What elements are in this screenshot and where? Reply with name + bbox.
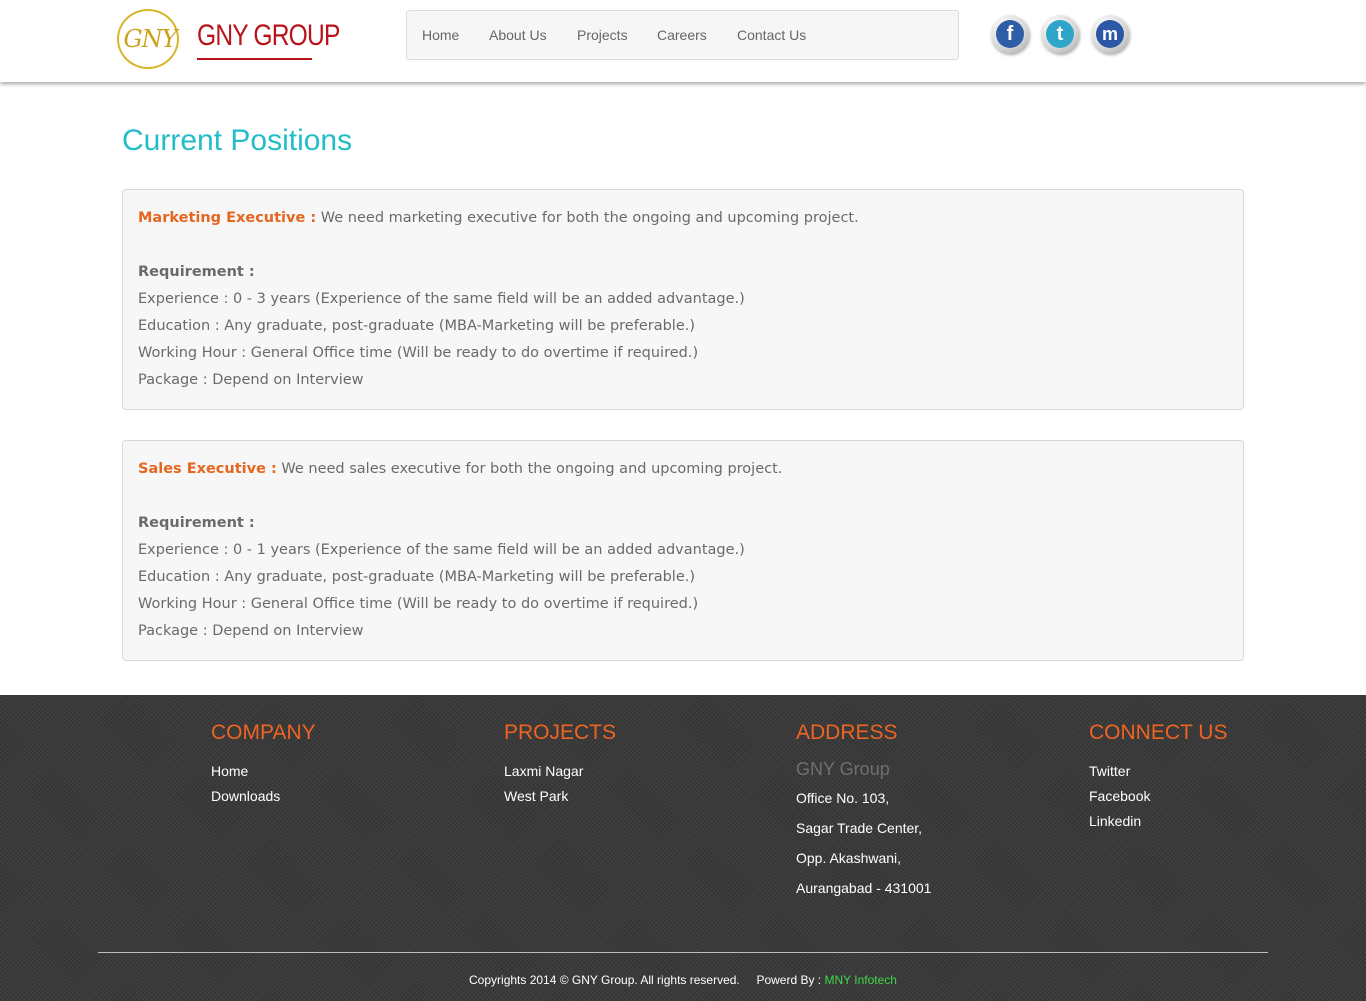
page-title: Current Positions: [122, 124, 353, 157]
site-footer: COMPANY Home Downloads PROJECTS Laxmi Na…: [0, 695, 1366, 1001]
footer-link-downloads[interactable]: Downloads: [211, 788, 280, 804]
job-title: Sales Executive :: [138, 461, 277, 477]
education-line: Education : Any graduate, post-graduate …: [138, 569, 696, 585]
footer-heading-address: ADDRESS: [796, 721, 898, 744]
job-summary-text: We need marketing executive for both the…: [316, 210, 859, 226]
working-hour-line: Working Hour : General Office time (Will…: [138, 596, 699, 612]
footer-link-facebook[interactable]: Facebook: [1089, 788, 1150, 804]
requirement-label: Requirement :: [138, 264, 255, 280]
footer-connect: CONNECT US Twitter Facebook Linkedin: [1089, 721, 1228, 829]
footer-company: COMPANY Home Downloads: [211, 721, 316, 804]
footer-link-west-park[interactable]: West Park: [504, 788, 568, 804]
package-line: Package : Depend on Interview: [138, 372, 364, 388]
site-header: GNY GNY GROUP Home About Us Projects Car…: [0, 0, 1366, 82]
nav-about-us[interactable]: About Us: [489, 27, 547, 43]
education-line: Education : Any graduate, post-graduate …: [138, 318, 696, 334]
logo-mark: GNY: [117, 9, 179, 69]
nav-home[interactable]: Home: [422, 27, 459, 43]
job-card-sales: Sales Executive : We need sales executiv…: [122, 440, 1244, 661]
footer-link-linkedin[interactable]: Linkedin: [1089, 813, 1141, 829]
logo-underline: [197, 58, 312, 60]
footer-heading-connect: CONNECT US: [1089, 721, 1228, 744]
footer-address: ADDRESS GNY Group Office No. 103, Sagar …: [796, 721, 931, 896]
package-line: Package : Depend on Interview: [138, 623, 364, 639]
footer-heading-projects: PROJECTS: [504, 721, 617, 744]
nav-careers[interactable]: Careers: [657, 27, 707, 43]
powered-by-link[interactable]: MNY Infotech: [824, 973, 896, 987]
job-title: Marketing Executive :: [138, 210, 317, 226]
requirement-label: Requirement :: [138, 515, 255, 531]
footer-link-laxmi-nagar[interactable]: Laxmi Nagar: [504, 763, 583, 779]
copyright-bar: Copyrights 2014 © GNY Group. All rights …: [0, 973, 1366, 987]
logo-wordmark: GNY GROUP: [197, 19, 340, 52]
footer-link-twitter[interactable]: Twitter: [1089, 763, 1130, 779]
experience-line: Experience : 0 - 3 years (Experience of …: [138, 291, 745, 307]
twitter-link[interactable]: t: [1041, 15, 1079, 53]
address-line: Opp. Akashwani,: [796, 850, 902, 866]
nav-projects[interactable]: Projects: [577, 27, 628, 43]
job-summary-text: We need sales executive for both the ong…: [276, 461, 783, 477]
footer-heading-company: COMPANY: [211, 721, 316, 744]
job-card-marketing: Marketing Executive : We need marketing …: [122, 189, 1244, 410]
facebook-icon: f: [996, 20, 1024, 48]
address-line: Sagar Trade Center,: [796, 820, 923, 836]
experience-line: Experience : 0 - 1 years (Experience of …: [138, 542, 745, 558]
job-summary: Sales Executive : We need sales executiv…: [138, 461, 782, 477]
footer-projects: PROJECTS Laxmi Nagar West Park: [504, 721, 617, 804]
myspace-icon: m: [1096, 20, 1124, 48]
working-hour-line: Working Hour : General Office time (Will…: [138, 345, 699, 361]
main-nav: Home About Us Projects Careers Contact U…: [406, 10, 959, 60]
myspace-link[interactable]: m: [1091, 15, 1129, 53]
job-summary: Marketing Executive : We need marketing …: [138, 210, 859, 226]
address-line: Aurangabad - 431001: [796, 880, 932, 896]
facebook-link[interactable]: f: [991, 15, 1029, 53]
logo-mark-text: GNY: [123, 25, 177, 53]
footer-company-name: GNY Group: [796, 759, 890, 779]
powered-by-label: Powerd By :: [756, 973, 822, 987]
footer-divider: [98, 952, 1268, 953]
copyright-text: Copyrights 2014 © GNY Group. All rights …: [469, 973, 740, 987]
footer-link-home[interactable]: Home: [211, 763, 248, 779]
address-line: Office No. 103,: [796, 790, 890, 806]
twitter-icon: t: [1046, 20, 1074, 48]
gny-group-logo[interactable]: GNY GNY GROUP: [117, 9, 340, 71]
nav-contact-us[interactable]: Contact Us: [737, 27, 806, 43]
